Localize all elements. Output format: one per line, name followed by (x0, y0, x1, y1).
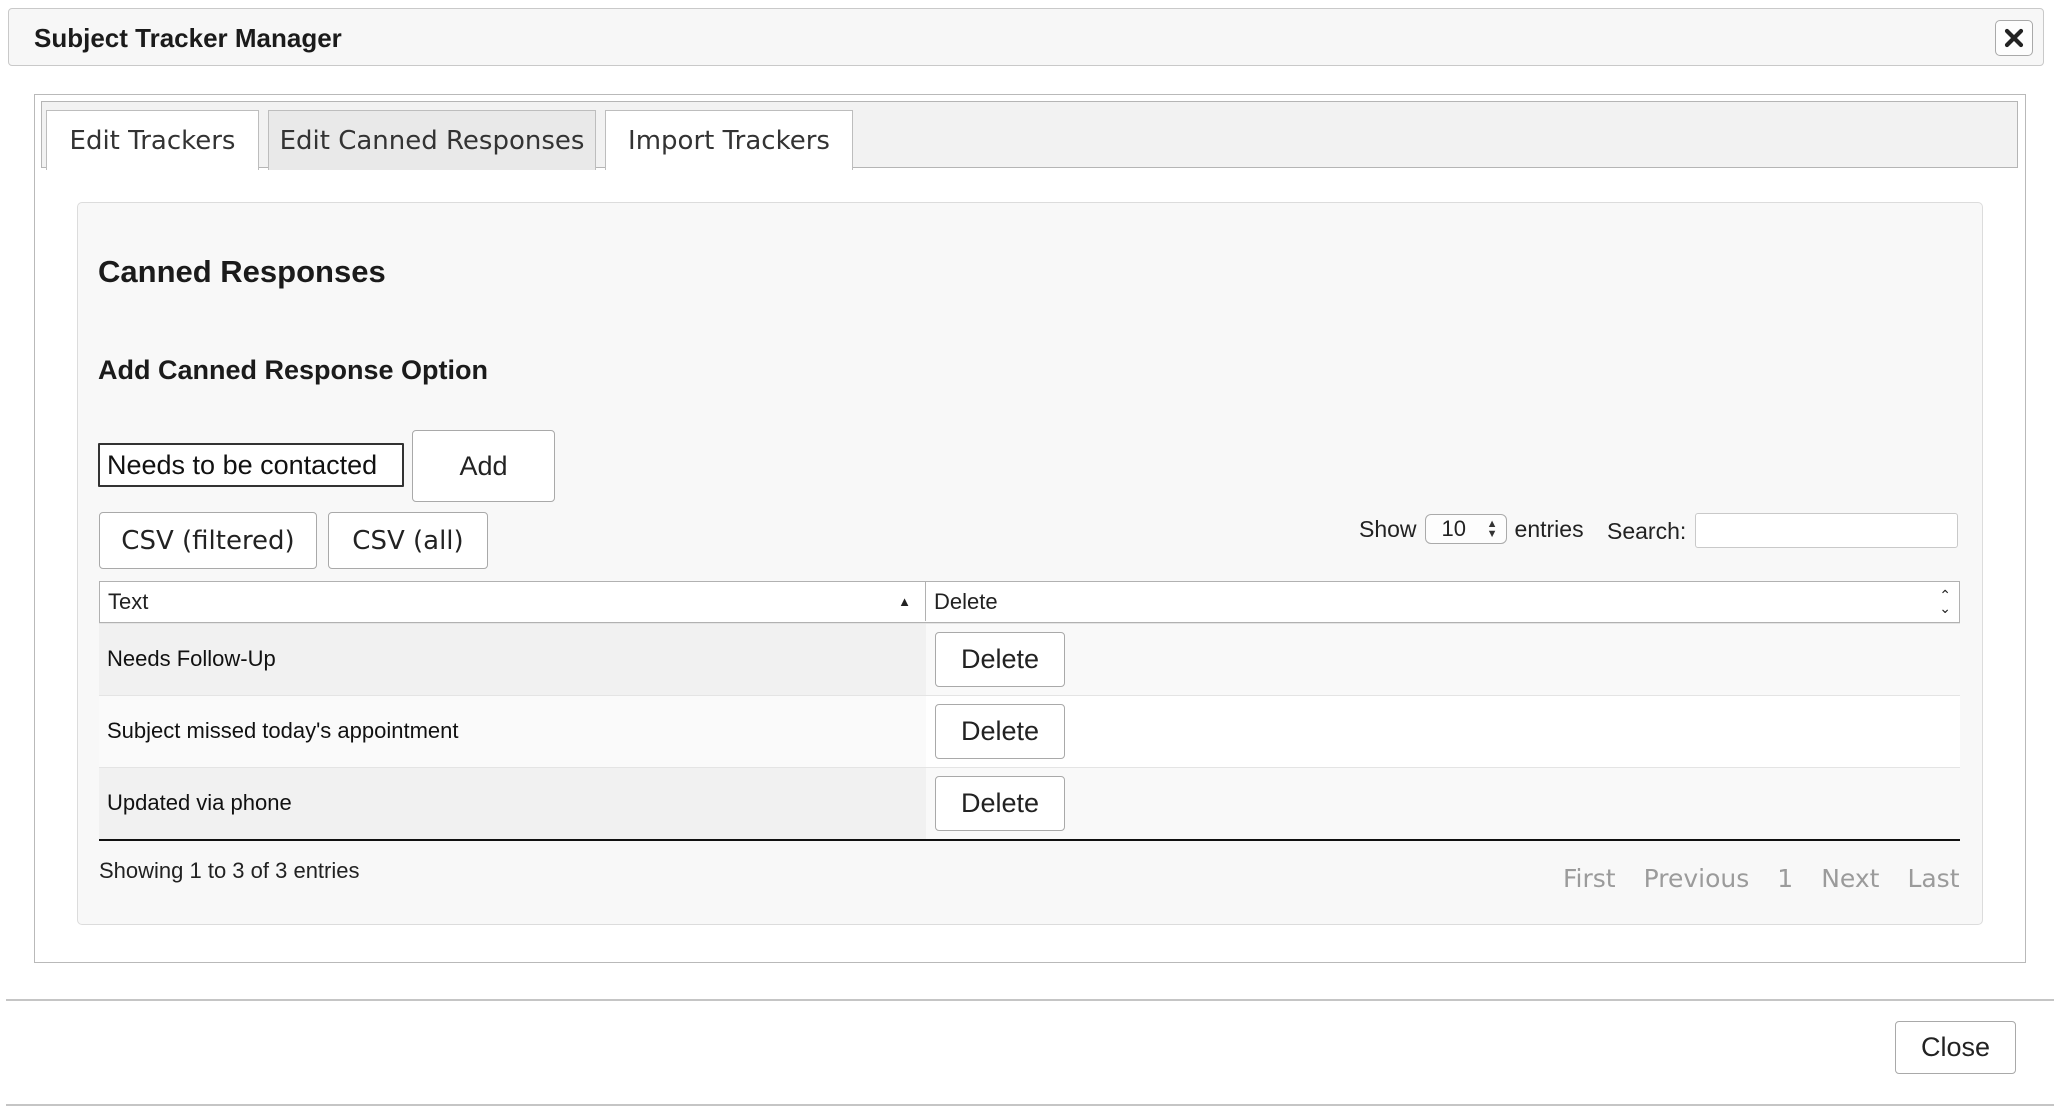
page-length-control: Show 10 ▲ ▼ entries (1359, 512, 1584, 546)
search-label: Search: (1607, 518, 1687, 544)
column-header-delete-label: Delete (934, 589, 998, 614)
canned-response-input[interactable] (98, 443, 404, 487)
column-header-delete[interactable]: Delete ⌃ ⌄ (926, 582, 1959, 621)
pagination-next[interactable]: Next (1821, 864, 1879, 893)
row-delete-cell: Delete (926, 624, 1960, 695)
footer-divider (6, 999, 2054, 1001)
pagination-first[interactable]: First (1563, 864, 1616, 893)
table-bottom-border (99, 839, 1960, 841)
column-header-text[interactable]: Text ▲ (100, 582, 926, 621)
tab-import-trackers[interactable]: Import Trackers (605, 110, 853, 170)
row-delete-cell: Delete (926, 768, 1960, 839)
pagination-page-1[interactable]: 1 (1777, 864, 1793, 893)
tab-bar: Edit Trackers Edit Canned Responses Impo… (41, 101, 2018, 170)
entries-label: entries (1514, 515, 1584, 542)
close-button[interactable]: Close (1895, 1021, 2016, 1074)
column-header-text-label: Text (108, 589, 149, 614)
csv-filtered-button[interactable]: CSV (filtered) (99, 512, 317, 569)
pagination-previous[interactable]: Previous (1644, 864, 1750, 893)
row-text: Updated via phone (99, 768, 926, 839)
dialog-title: Subject Tracker Manager (34, 23, 342, 53)
close-icon[interactable] (1995, 20, 2033, 56)
pagination-last[interactable]: Last (1907, 864, 1959, 893)
page-length-value: 10 (1441, 516, 1467, 541)
pagination: First Previous 1 Next Last (1563, 864, 1960, 893)
row-text: Needs Follow-Up (99, 624, 926, 695)
section-title: Add Canned Response Option (98, 355, 489, 385)
table-header: Text ▲ Delete ⌃ ⌄ (99, 581, 1960, 623)
page-title: Canned Responses (98, 254, 386, 289)
add-button[interactable]: Add (412, 430, 555, 502)
table-row: Subject missed today's appointment Delet… (99, 695, 1960, 767)
dialog-bottom-border (6, 1104, 2054, 1106)
table-info: Showing 1 to 3 of 3 entries (99, 858, 360, 883)
show-label: Show (1359, 515, 1417, 542)
delete-button[interactable]: Delete (935, 632, 1065, 687)
sort-both-icon: ⌃ ⌄ (1939, 587, 1951, 616)
tab-edit-canned-responses[interactable]: Edit Canned Responses (268, 110, 596, 170)
dialog-titlebar: Subject Tracker Manager (8, 8, 2044, 66)
tab-edit-trackers[interactable]: Edit Trackers (46, 110, 259, 170)
row-text: Subject missed today's appointment (99, 696, 926, 767)
select-arrows-icon: ▲ ▼ (1486, 518, 1498, 540)
table-row: Needs Follow-Up Delete (99, 623, 1960, 695)
sort-ascending-icon: ▲ (898, 594, 911, 609)
delete-button[interactable]: Delete (935, 776, 1065, 831)
page-length-select[interactable]: 10 ▲ ▼ (1424, 514, 1507, 544)
row-delete-cell: Delete (926, 696, 1960, 767)
csv-all-button[interactable]: CSV (all) (328, 512, 488, 569)
table-row: Updated via phone Delete (99, 767, 1960, 839)
delete-button[interactable]: Delete (935, 704, 1065, 759)
search-input[interactable] (1695, 513, 1958, 548)
close-icon-glyph (2004, 28, 2024, 48)
